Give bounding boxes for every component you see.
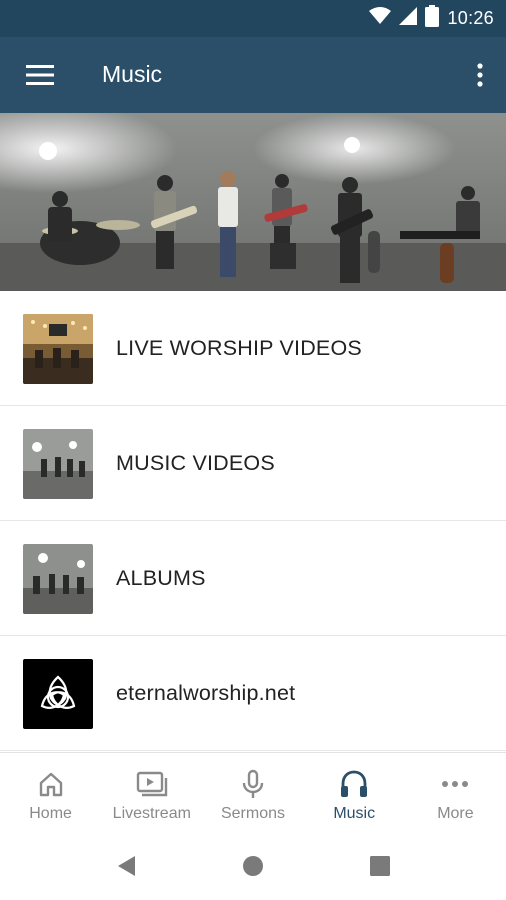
system-navigation-bar <box>0 832 506 900</box>
tab-label: Livestream <box>112 805 191 822</box>
list-item-label: LIVE WORSHIP VIDEOS <box>116 336 362 360</box>
status-time: 10:26 <box>447 7 494 28</box>
list-item-label: ALBUMS <box>116 566 206 590</box>
cell-signal-icon <box>399 6 418 30</box>
tab-label: Home <box>29 805 72 822</box>
hamburger-menu-icon[interactable] <box>20 57 60 93</box>
tab-livestream[interactable]: Livestream <box>101 753 202 832</box>
battery-icon <box>425 4 440 32</box>
tab-label: Sermons <box>220 805 286 822</box>
tab-music[interactable]: Music <box>304 753 405 832</box>
home-circle-icon[interactable] <box>239 852 267 880</box>
more-vert-icon[interactable] <box>468 57 492 93</box>
tab-home[interactable]: Home <box>0 753 101 832</box>
back-icon[interactable] <box>112 852 140 880</box>
livestream-icon <box>136 769 168 799</box>
tab-sermons[interactable]: Sermons <box>202 753 303 832</box>
list-item-eternalworship[interactable]: eternalworship.net <box>0 636 506 751</box>
albums-thumb <box>23 544 93 614</box>
more-horiz-icon <box>441 769 469 799</box>
recents-square-icon[interactable] <box>366 852 394 880</box>
tab-label: Music <box>333 805 376 822</box>
microphone-icon <box>239 769 267 799</box>
list-item-label: eternalworship.net <box>116 681 296 705</box>
app-bar: Music <box>0 37 506 113</box>
list-item-live-worship-videos[interactable]: LIVE WORSHIP VIDEOS <box>0 291 506 406</box>
bottom-navigation: Home Livestream Sermons Music More <box>0 752 506 832</box>
live-worship-thumb <box>23 314 93 384</box>
music-category-list: LIVE WORSHIP VIDEOS MUSIC VIDEOS ALBUMS <box>0 291 506 751</box>
home-icon <box>37 769 65 799</box>
status-icons: 10:26 <box>369 4 494 32</box>
page-title: Music <box>102 61 163 87</box>
tab-more[interactable]: More <box>405 753 506 832</box>
list-item-albums[interactable]: ALBUMS <box>0 521 506 636</box>
headphones-icon <box>339 769 369 799</box>
wifi-icon <box>369 6 392 30</box>
trinity-knot-logo <box>23 659 93 729</box>
list-item-label: MUSIC VIDEOS <box>116 451 275 475</box>
hero-image <box>0 113 506 291</box>
list-item-music-videos[interactable]: MUSIC VIDEOS <box>0 406 506 521</box>
music-videos-thumb <box>23 429 93 499</box>
tab-label: More <box>437 805 474 822</box>
status-bar: 10:26 <box>0 0 506 37</box>
